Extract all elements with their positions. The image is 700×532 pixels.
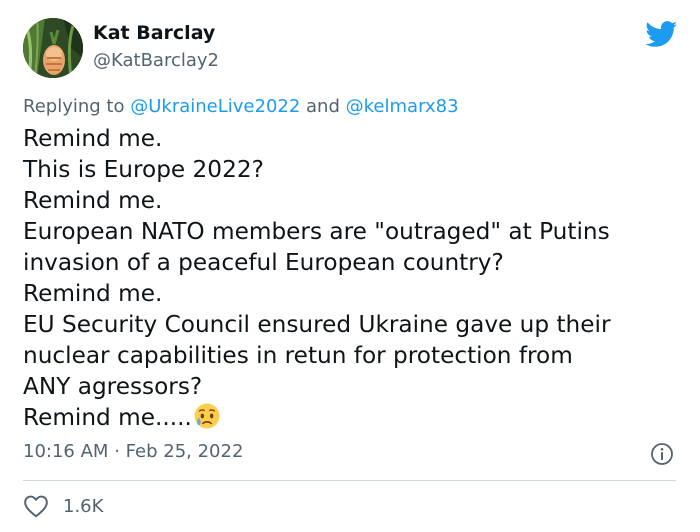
- avatar[interactable]: [23, 18, 83, 78]
- like-count: 1.6K: [63, 495, 104, 517]
- tweet-line-last: Remind me.....: [23, 402, 688, 433]
- divider: [23, 480, 676, 481]
- tweet-line-text: Remind me.....: [23, 404, 192, 431]
- tweet-time: 10:16 AM: [23, 441, 109, 462]
- tweet-line: ANY agressors?: [23, 373, 203, 400]
- tweet-timestamp[interactable]: 10:16 AM · Feb 25, 2022: [23, 441, 243, 462]
- tweet-date: Feb 25, 2022: [125, 441, 244, 462]
- tweet-line: Remind me.: [23, 125, 163, 152]
- tweet-line: Remind me.: [23, 280, 163, 307]
- reply-conjunction: and: [306, 96, 340, 117]
- author-name[interactable]: Kat Barclay: [93, 22, 215, 44]
- sad-but-relieved-face-icon: [194, 403, 220, 429]
- mention-link[interactable]: @kelmarx83: [346, 96, 459, 117]
- tweet-line: invasion of a peaceful European country?: [23, 249, 504, 276]
- tweet-line: European NATO members are "outraged" at …: [23, 218, 610, 245]
- reply-context: Replying to @UkraineLive2022 and @kelmar…: [23, 96, 459, 117]
- info-icon[interactable]: [650, 442, 674, 466]
- like-button[interactable]: 1.6K: [23, 490, 103, 522]
- tweet-line: EU Security Council ensured Ukraine gave…: [23, 311, 611, 338]
- twitter-bird-icon[interactable]: [645, 21, 678, 48]
- reply-prefix: Replying to: [23, 96, 125, 117]
- author-handle[interactable]: @KatBarclay2: [93, 50, 219, 71]
- tweet-text: Remind me. This is Europe 2022? Remind m…: [23, 123, 688, 433]
- tweet-line: This is Europe 2022?: [23, 156, 264, 183]
- avatar-image: [23, 18, 83, 78]
- timestamp-separator: ·: [114, 441, 120, 462]
- tweet-line: nuclear capabilities in retun for protec…: [23, 342, 573, 369]
- tweet-card: Kat Barclay @KatBarclay2 Replying to @Uk…: [0, 0, 700, 532]
- tweet-line: Remind me.: [23, 187, 163, 214]
- heart-icon: [24, 495, 48, 518]
- mention-link[interactable]: @UkraineLive2022: [130, 96, 300, 117]
